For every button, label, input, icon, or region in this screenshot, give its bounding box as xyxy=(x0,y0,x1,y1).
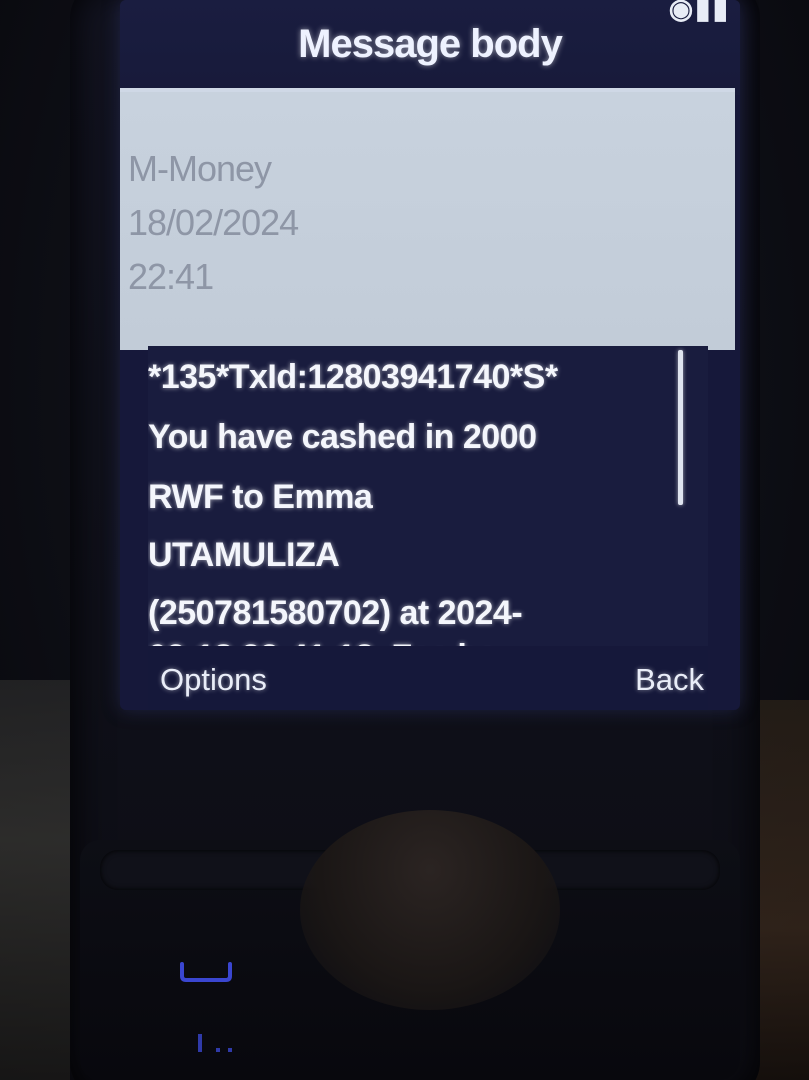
thumb xyxy=(300,810,560,1010)
scrollbar[interactable] xyxy=(678,350,686,510)
call-key-icon[interactable] xyxy=(176,958,236,986)
message-line: (250781580702) at 2024- xyxy=(148,594,523,632)
status-bar-icons: ◉▮▮ xyxy=(668,0,730,24)
message-line: You have cashed in 2000 xyxy=(148,418,537,456)
scrollbar-thumb[interactable] xyxy=(678,350,683,505)
message-line: *135*TxId:12803941740*S* xyxy=(148,358,558,396)
title-bar: Message body xyxy=(120,0,740,95)
options-softkey[interactable]: Options xyxy=(160,662,267,698)
back-softkey[interactable]: Back xyxy=(635,662,704,698)
screen-title: Message body xyxy=(298,22,563,66)
message-line: 02-18 22:41:18. Fee be xyxy=(148,638,496,646)
message-time: 22:41 xyxy=(128,256,214,297)
message-line: UTAMULIZA xyxy=(148,536,340,574)
key-indicator-icon xyxy=(198,1034,232,1052)
phone-photo: Message body ◉▮▮ M-Money 18/02/2024 22:4… xyxy=(0,0,809,1080)
softkey-bar: Options Back xyxy=(148,650,708,710)
phone-screen: Message body ◉▮▮ M-Money 18/02/2024 22:4… xyxy=(120,0,740,710)
message-date: 18/02/2024 xyxy=(128,202,299,243)
message-body[interactable]: *135*TxId:12803941740*S* You have cashed… xyxy=(148,346,708,646)
background-left xyxy=(0,680,70,1080)
sender-name: M-Money xyxy=(128,148,272,189)
message-header: M-Money 18/02/2024 22:41 xyxy=(120,88,735,350)
message-line: RWF to Emma xyxy=(148,478,373,516)
